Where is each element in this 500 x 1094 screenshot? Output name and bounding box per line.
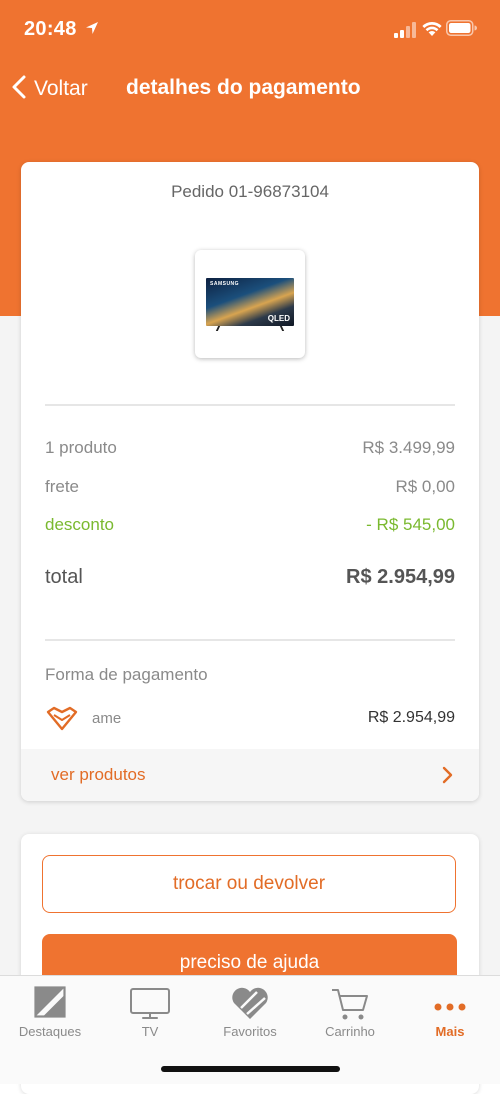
tab-favoritos[interactable]: Favoritos: [200, 982, 300, 1048]
divider: [45, 404, 455, 406]
summary-label: desconto: [45, 515, 114, 534]
summary-row-total: total R$ 2.954,99: [45, 566, 455, 589]
payment-amount: R$ 2.954,99: [367, 709, 455, 726]
summary-value: R$ 3.499,99: [362, 438, 455, 457]
summary-value: R$ 0,00: [395, 477, 455, 496]
payment-method-title: Forma de pagamento: [45, 665, 208, 684]
navigation-bar: Voltar detalhes do pagamento: [0, 62, 500, 116]
home-indicator: [161, 1066, 340, 1072]
tv-stand-left: [215, 326, 221, 331]
order-details-card: Pedido 01-96873104 SAMSUNG QLED 1 produt…: [21, 162, 479, 801]
wifi-icon: [421, 21, 443, 42]
ame-heart-icon: [45, 706, 79, 737]
chevron-right-icon: [441, 766, 453, 789]
battery-icon: [446, 20, 478, 41]
more-icon: [400, 986, 500, 1020]
location-arrow-icon: [84, 20, 100, 41]
total-label: total: [45, 566, 83, 588]
back-label: Voltar: [34, 77, 88, 100]
page-title: detalhes do pagamento: [126, 76, 361, 99]
tv-icon: [100, 986, 200, 1020]
summary-row-products: 1 produto R$ 3.499,99: [45, 438, 455, 458]
tab-mais[interactable]: Mais: [400, 982, 500, 1048]
payment-method-row: ame R$ 2.954,99: [45, 706, 455, 732]
summary-label: frete: [45, 477, 80, 496]
summary-row-discount: desconto - R$ 545,00: [45, 515, 455, 535]
product-thumbnail[interactable]: SAMSUNG QLED: [195, 250, 305, 358]
tab-label: Favoritos: [223, 1024, 277, 1039]
exchange-return-button[interactable]: trocar ou devolver: [42, 855, 456, 913]
heart-icon: [200, 986, 300, 1020]
tab-tv[interactable]: TV: [100, 982, 200, 1048]
tab-label: TV: [141, 1024, 159, 1039]
view-products-button[interactable]: ver produtos: [21, 749, 479, 801]
tab-label: Destaques: [18, 1024, 82, 1039]
tv-brand-text: SAMSUNG: [210, 281, 240, 287]
cellular-signal-icon: [394, 22, 418, 43]
tab-label: Carrinho: [325, 1024, 375, 1039]
summary-row-shipping: frete R$ 0,00: [45, 477, 455, 497]
total-value: R$ 2.954,99: [346, 566, 455, 588]
tab-label: Mais: [435, 1024, 465, 1039]
summary-value: - R$ 545,00: [366, 515, 455, 534]
order-number: Pedido 01-96873104: [171, 182, 329, 201]
chevron-left-icon: [10, 74, 28, 105]
back-button[interactable]: Voltar: [10, 72, 88, 106]
payment-method-name: ame: [92, 710, 122, 727]
tab-carrinho[interactable]: Carrinho: [300, 982, 400, 1048]
view-products-label: ver produtos: [51, 765, 146, 784]
status-time: 20:48: [24, 18, 77, 40]
tv-stand-right: [279, 326, 285, 331]
tv-qled-badge: QLED: [267, 314, 290, 323]
tab-destaques[interactable]: Destaques: [0, 982, 100, 1048]
status-bar: 20:48: [0, 0, 500, 60]
cart-icon: [300, 986, 400, 1020]
summary-label: 1 produto: [45, 438, 117, 457]
highlights-icon: [0, 986, 100, 1020]
tv-product-image: SAMSUNG QLED: [206, 278, 294, 326]
divider: [45, 639, 455, 641]
